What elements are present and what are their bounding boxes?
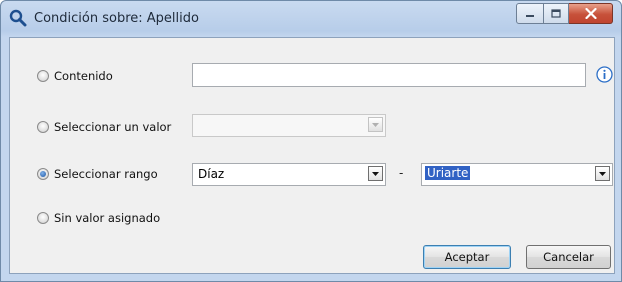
valor-select[interactable] xyxy=(192,114,386,137)
radio-seleccionar-valor[interactable]: Seleccionar un valor xyxy=(37,120,171,134)
chevron-down-icon xyxy=(599,171,606,176)
radio-button[interactable] xyxy=(37,121,49,133)
radio-button[interactable] xyxy=(37,212,49,224)
radio-seleccionar-rango[interactable]: Seleccionar rango xyxy=(37,167,158,181)
caption-buttons xyxy=(516,3,613,24)
rango-to-value: Uriarte xyxy=(425,166,471,180)
dialog-window: Condición sobre: Apellido Contenido Sele… xyxy=(0,0,622,282)
radio-label: Contenido xyxy=(54,69,113,83)
range-separator: - xyxy=(399,166,404,180)
title-bar[interactable]: Condición sobre: Apellido xyxy=(1,1,621,37)
radio-button-checked[interactable] xyxy=(37,168,49,180)
rango-from-value: Díaz xyxy=(198,167,225,181)
dropdown-button[interactable] xyxy=(368,117,383,132)
radio-sin-valor[interactable]: Sin valor asignado xyxy=(37,211,160,225)
cancel-button[interactable]: Cancelar xyxy=(526,245,611,269)
chevron-down-icon xyxy=(372,122,379,127)
radio-label: Seleccionar un valor xyxy=(54,120,172,134)
accept-button[interactable]: Aceptar xyxy=(423,245,511,269)
radio-label: Sin valor asignado xyxy=(54,211,161,225)
contenido-input[interactable] xyxy=(192,63,586,87)
radio-label: Seleccionar rango xyxy=(54,167,158,181)
rango-to-select[interactable]: Uriarte xyxy=(421,163,613,186)
info-icon[interactable] xyxy=(596,66,613,83)
dropdown-button[interactable] xyxy=(595,166,610,181)
close-button[interactable] xyxy=(569,3,613,24)
rango-from-select[interactable]: Díaz xyxy=(192,163,386,186)
minimize-button[interactable] xyxy=(516,3,544,24)
maximize-button[interactable] xyxy=(544,3,569,24)
chevron-down-icon xyxy=(372,171,379,176)
dialog-body: Contenido Seleccionar un valor Seleccion… xyxy=(9,37,615,274)
window-title: Condición sobre: Apellido xyxy=(34,11,199,26)
maximize-icon xyxy=(551,8,561,18)
minimize-icon xyxy=(526,14,534,17)
close-icon xyxy=(584,8,597,19)
radio-button[interactable] xyxy=(37,70,49,82)
dropdown-button[interactable] xyxy=(368,166,383,181)
search-icon xyxy=(9,9,27,27)
radio-contenido[interactable]: Contenido xyxy=(37,69,113,83)
